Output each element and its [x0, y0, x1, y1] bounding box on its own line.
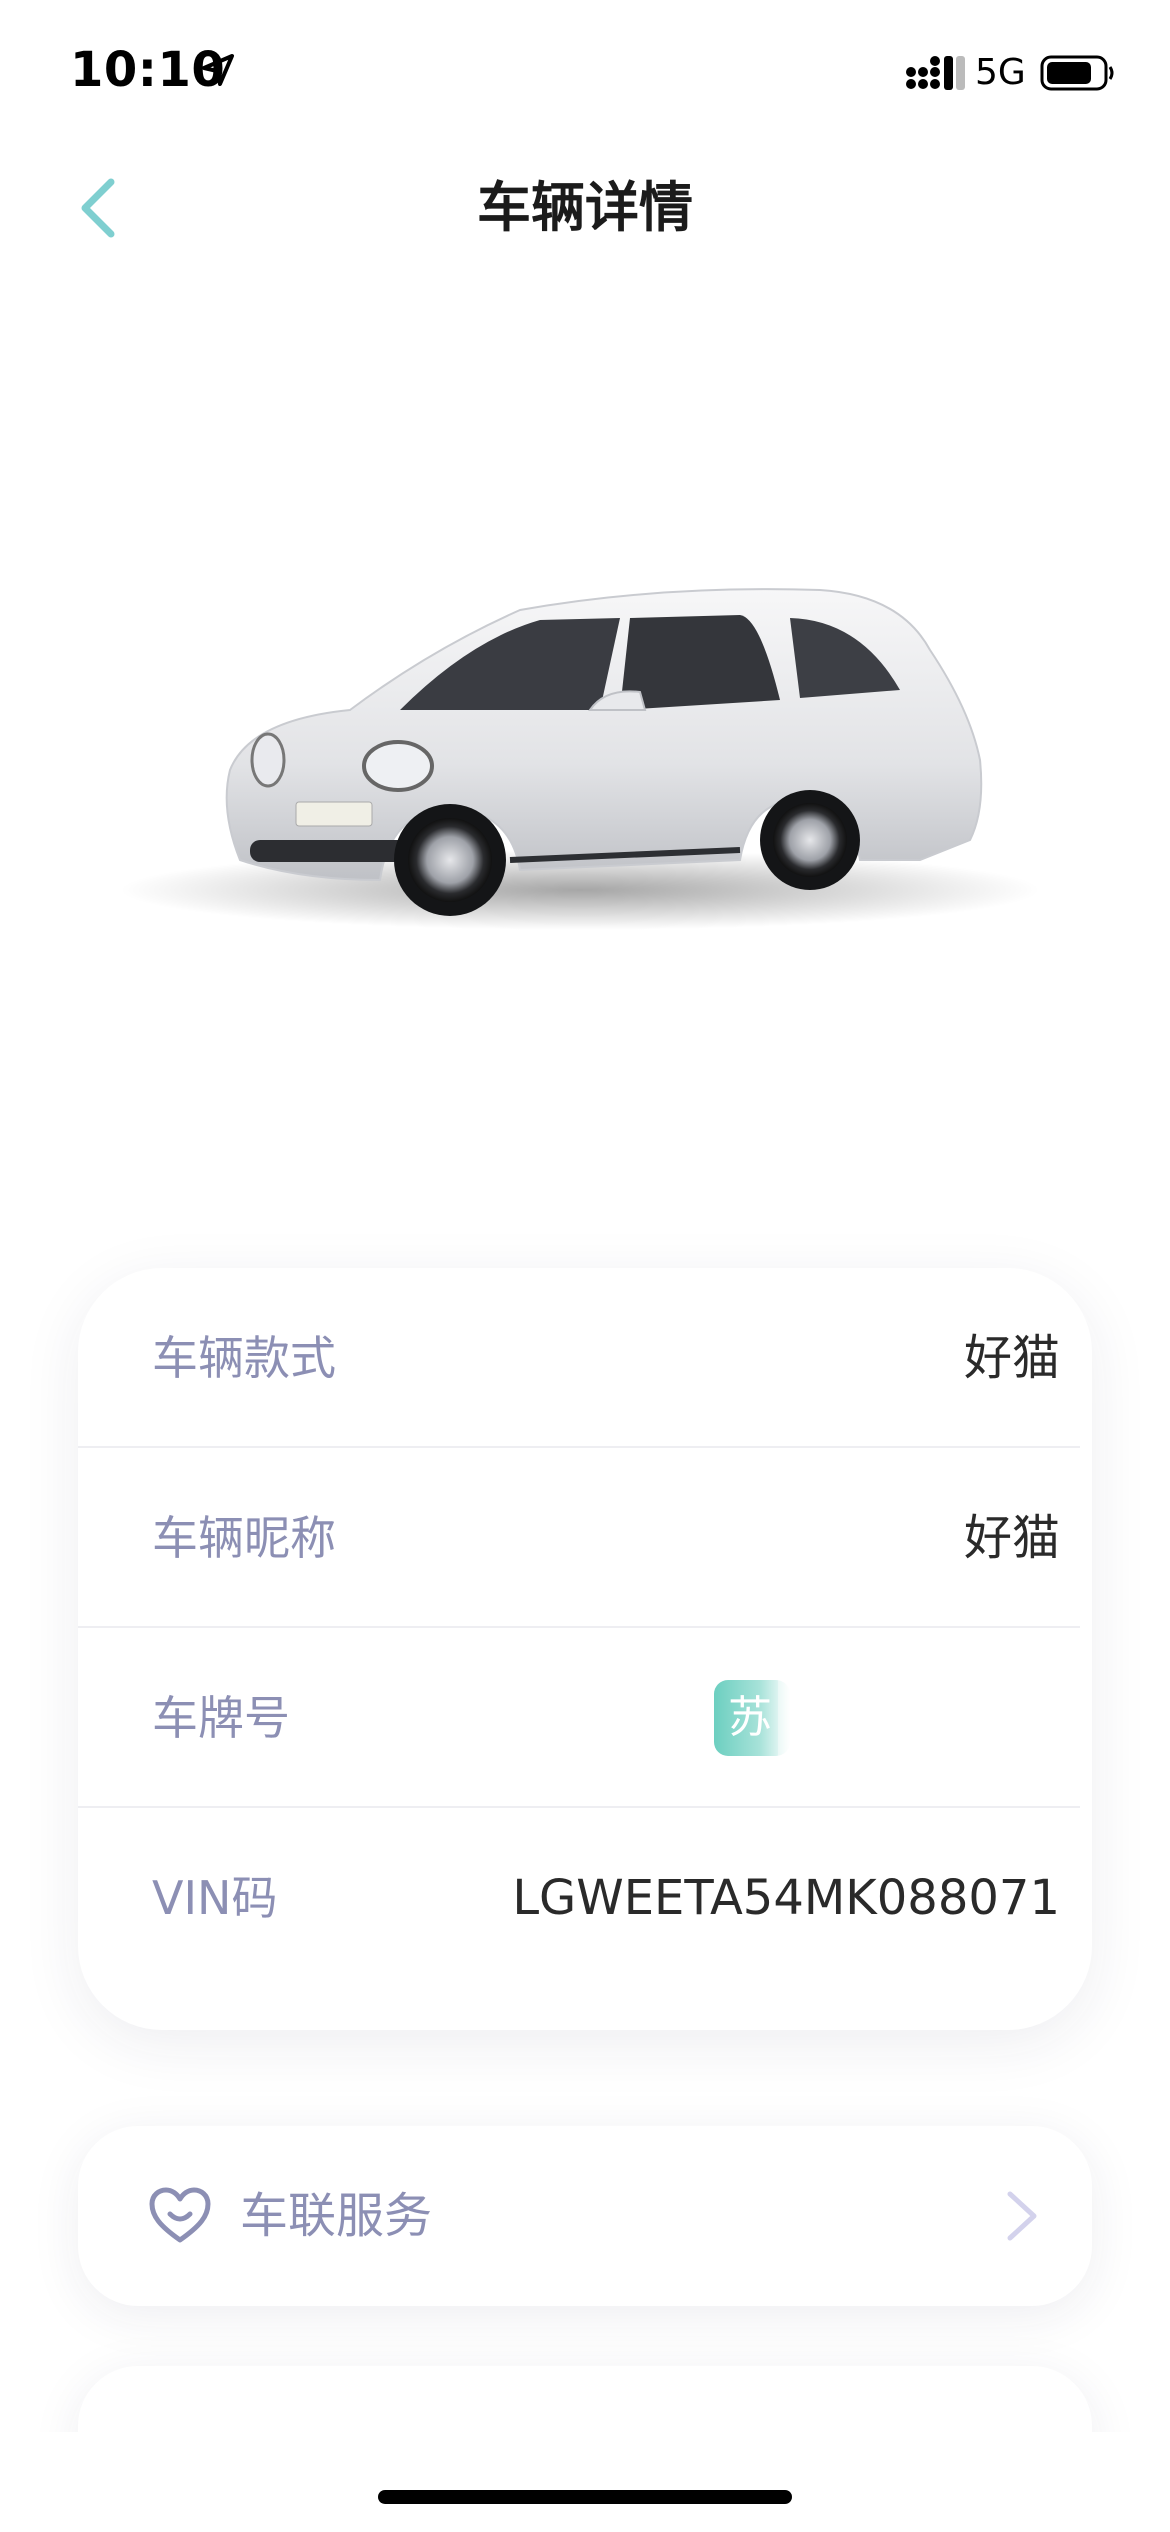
license-plate-label: 车牌号 — [152, 1691, 290, 1745]
status-bar: 10:10 5G — [0, 0, 1170, 140]
home-indicator[interactable] — [378, 2490, 792, 2504]
vehicle-info-card: 车辆款式 好猫 车辆昵称 好猫 车牌号 苏 VIN码 LGWEETA54MK08… — [78, 1268, 1092, 2030]
heart-icon — [149, 2187, 211, 2243]
bottom-safe-area — [0, 2432, 1170, 2532]
vehicle-model-label: 车辆款式 — [152, 1331, 336, 1385]
vin-label: VIN码 — [152, 1871, 278, 1925]
vehicle-model-value: 好猫 — [963, 1330, 1060, 1386]
vehicle-model-row[interactable]: 车辆款式 好猫 — [78, 1268, 1080, 1448]
license-plate-row[interactable]: 车牌号 苏 — [78, 1628, 1092, 1808]
chevron-left-icon — [81, 178, 115, 238]
back-button[interactable] — [62, 170, 132, 246]
connected-services-label: 车联服务 — [240, 2188, 433, 2244]
cellular-signal-icon — [906, 56, 965, 90]
connected-services-item[interactable]: 车联服务 — [78, 2126, 1092, 2306]
chevron-right-icon — [1007, 2191, 1037, 2241]
network-type-label: 5G — [975, 52, 1026, 93]
vehicle-nickname-label: 车辆昵称 — [152, 1511, 336, 1565]
battery-icon — [1040, 55, 1114, 91]
vehicle-image — [120, 588, 1040, 930]
vehicle-detail-screen: 10:10 5G 车辆详情 车辆款式 好猫 车辆昵称 好猫 车牌号 苏 VIN码… — [0, 0, 1170, 2532]
vehicle-nickname-value: 好猫 — [963, 1510, 1060, 1566]
license-plate-mask — [778, 1658, 1092, 1778]
vin-row: VIN码 LGWEETA54MK088071 — [78, 1808, 1080, 1988]
vehicle-nickname-row[interactable]: 车辆昵称 好猫 — [78, 1448, 1080, 1628]
page-title: 车辆详情 — [477, 176, 693, 239]
location-arrow-icon — [202, 54, 234, 86]
vin-value: LGWEETA54MK088071 — [512, 1870, 1060, 1926]
